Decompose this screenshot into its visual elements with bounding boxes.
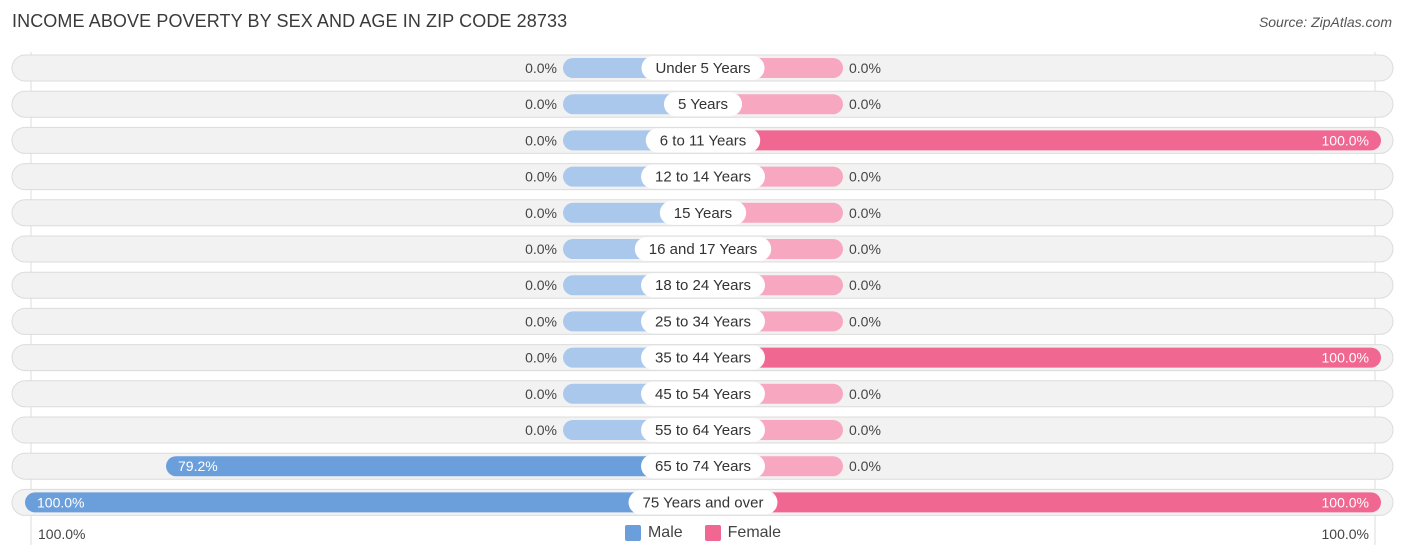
value-label-female: 0.0% xyxy=(849,313,881,329)
value-label-male: 0.0% xyxy=(525,205,557,221)
category-label: 18 to 24 Years xyxy=(655,277,751,294)
category-label: 55 to 64 Years xyxy=(655,422,751,439)
legend-swatch-female xyxy=(704,525,721,541)
value-label-male: 0.0% xyxy=(525,60,557,76)
value-label-female: 100.0% xyxy=(1322,350,1369,366)
value-label-male: 0.0% xyxy=(525,386,557,402)
category-label: 5 Years xyxy=(678,96,728,113)
value-label-male: 0.0% xyxy=(525,313,557,329)
value-label-male: 0.0% xyxy=(525,422,557,438)
bar-female xyxy=(703,347,1381,368)
value-label-male: 0.0% xyxy=(525,350,557,366)
value-label-female: 0.0% xyxy=(849,205,881,221)
category-label: 15 Years xyxy=(674,205,732,222)
legend-swatch-male xyxy=(624,525,641,541)
category-label: 45 to 54 Years xyxy=(655,386,751,403)
bar-male xyxy=(166,456,704,477)
value-label-female: 100.0% xyxy=(1322,132,1369,148)
value-label-female: 0.0% xyxy=(849,169,881,185)
category-label: 75 Years and over xyxy=(643,494,764,511)
value-label-male: 0.0% xyxy=(525,96,557,112)
value-label-female: 0.0% xyxy=(849,96,881,112)
value-label-female: 0.0% xyxy=(849,241,881,257)
value-label-female: 100.0% xyxy=(1322,494,1369,510)
category-label: 25 to 34 Years xyxy=(655,313,751,330)
legend-item-male[interactable]: Male xyxy=(624,524,683,542)
bar-female xyxy=(703,130,1381,151)
legend: Male Female xyxy=(0,524,1406,542)
legend-item-female[interactable]: Female xyxy=(704,524,782,542)
chart-canvas: 0.0% 0.0% Under 5 Years 0.0% 0.0% 5 Years 0.0%… xyxy=(11,52,1394,545)
value-label-female: 0.0% xyxy=(849,60,881,76)
value-label-female: 0.0% xyxy=(849,386,881,402)
category-label: 6 to 11 Years xyxy=(660,132,746,149)
value-label-female: 0.0% xyxy=(849,422,881,438)
value-label-female: 0.0% xyxy=(849,458,881,474)
value-label-female: 0.0% xyxy=(849,277,881,293)
value-label-male: 79.2% xyxy=(178,458,218,474)
value-label-male: 100.0% xyxy=(37,494,84,510)
bar-female xyxy=(703,492,1381,513)
category-label: 35 to 44 Years xyxy=(655,350,751,367)
category-label: 65 to 74 Years xyxy=(655,458,751,475)
bar-male xyxy=(25,492,703,513)
category-label: Under 5 Years xyxy=(655,60,750,77)
legend-label-male: Male xyxy=(647,524,683,541)
value-label-male: 0.0% xyxy=(525,241,557,257)
category-label: 16 and 17 Years xyxy=(649,241,757,258)
value-label-male: 0.0% xyxy=(525,277,557,293)
value-label-male: 0.0% xyxy=(525,169,557,185)
category-label: 12 to 14 Years xyxy=(655,169,751,186)
value-label-male: 0.0% xyxy=(525,132,557,148)
legend-label-female: Female xyxy=(727,524,782,541)
